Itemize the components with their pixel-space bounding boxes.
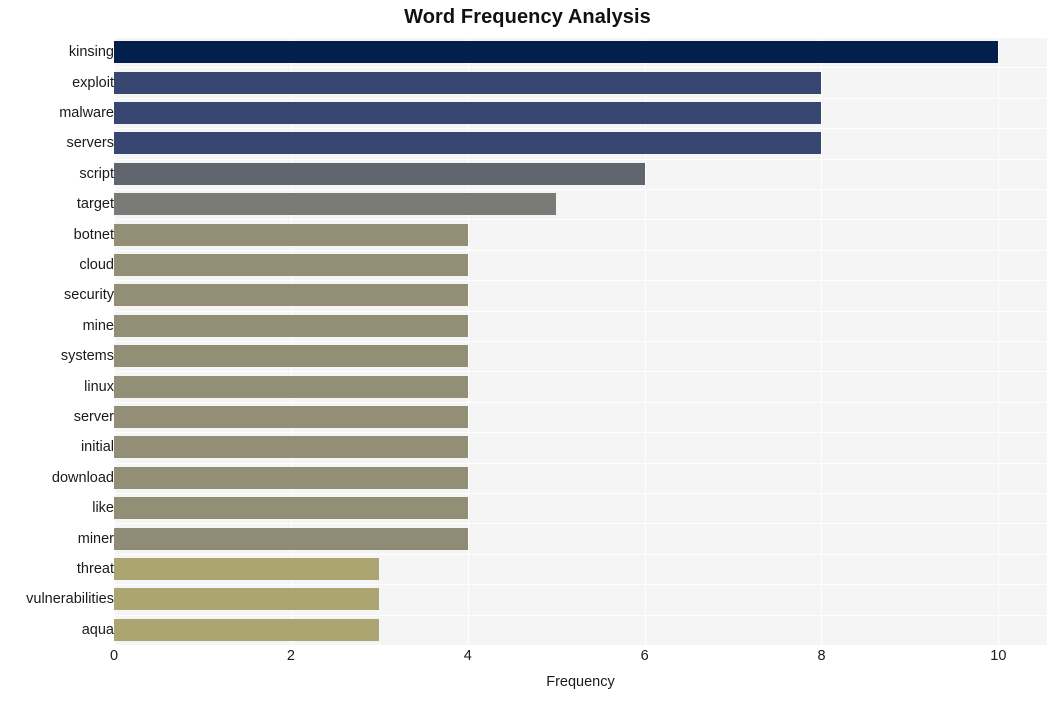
- horizontal-gridline: [114, 584, 1047, 585]
- horizontal-gridline: [114, 98, 1047, 99]
- x-tick-label-10: 10: [990, 648, 1007, 664]
- horizontal-gridline: [114, 554, 1047, 555]
- bar-target[interactable]: [114, 193, 557, 215]
- y-tick-label-script: script: [79, 166, 114, 182]
- bar-linux[interactable]: [114, 376, 468, 398]
- horizontal-gridline: [114, 341, 1047, 342]
- y-tick-label-cloud: cloud: [79, 257, 114, 273]
- y-tick-label-linux: linux: [84, 379, 114, 395]
- y-tick-label-systems: systems: [60, 348, 114, 364]
- x-axis-tick-labels: 0 2 4 6 8 10: [0, 648, 1055, 670]
- y-tick-label-initial: initial: [80, 439, 114, 455]
- bar-like[interactable]: [114, 497, 468, 519]
- y-tick-label-miner: miner: [77, 531, 114, 547]
- word-frequency-bar-chart: Word Frequency Analysis kinsing exploit ma…: [0, 0, 1055, 701]
- horizontal-gridline: [114, 250, 1047, 251]
- horizontal-gridline: [114, 128, 1047, 129]
- bar-aqua[interactable]: [114, 619, 380, 641]
- bar-cloud[interactable]: [114, 254, 468, 276]
- bar-threat[interactable]: [114, 558, 380, 580]
- bar-script[interactable]: [114, 163, 645, 185]
- y-tick-label-exploit: exploit: [72, 75, 114, 91]
- x-tick-label-0: 0: [109, 648, 119, 664]
- y-tick-label-download: download: [51, 470, 114, 486]
- x-tick-label-6: 6: [640, 648, 649, 664]
- horizontal-gridline: [114, 523, 1047, 524]
- y-tick-label-like: like: [92, 500, 114, 516]
- bar-kinsing[interactable]: [114, 41, 999, 63]
- horizontal-gridline: [114, 463, 1047, 464]
- y-tick-label-aqua: aqua: [81, 622, 114, 638]
- x-tick-label-4: 4: [463, 648, 472, 664]
- x-tick-label-8: 8: [817, 648, 826, 664]
- horizontal-gridline: [114, 311, 1047, 312]
- plot-area: [114, 37, 1047, 645]
- bar-malware[interactable]: [114, 102, 822, 124]
- y-tick-label-botnet: botnet: [73, 227, 114, 243]
- y-tick-label-server: server: [73, 409, 114, 425]
- y-tick-label-target: target: [76, 196, 114, 212]
- y-tick-label-threat: threat: [76, 561, 114, 577]
- x-tick-label-2: 2: [286, 648, 295, 664]
- bar-mine[interactable]: [114, 315, 468, 337]
- bar-vulnerabilities[interactable]: [114, 588, 380, 610]
- horizontal-gridline: [114, 189, 1047, 190]
- bar-servers[interactable]: [114, 132, 822, 154]
- horizontal-gridline: [114, 371, 1047, 372]
- horizontal-gridline: [114, 493, 1047, 494]
- y-tick-label-vulnerabilities: vulnerabilities: [26, 591, 114, 607]
- bar-miner[interactable]: [114, 528, 468, 550]
- y-axis-tick-labels: kinsing exploit malware servers script target…: [0, 37, 114, 645]
- horizontal-gridline: [114, 159, 1047, 160]
- bar-download[interactable]: [114, 467, 468, 489]
- y-tick-label-security: security: [64, 287, 114, 303]
- horizontal-gridline: [114, 402, 1047, 403]
- horizontal-gridline: [114, 432, 1047, 433]
- chart-title: Word Frequency Analysis: [404, 6, 651, 28]
- bar-server[interactable]: [114, 406, 468, 428]
- horizontal-gridline: [114, 67, 1047, 68]
- y-tick-label-servers: servers: [66, 135, 114, 151]
- bar-initial[interactable]: [114, 436, 468, 458]
- bar-exploit[interactable]: [114, 72, 822, 94]
- horizontal-gridline: [114, 37, 1047, 38]
- horizontal-gridline: [114, 219, 1047, 220]
- y-tick-label-malware: malware: [59, 105, 114, 121]
- y-tick-label-mine: mine: [82, 318, 114, 334]
- bar-security[interactable]: [114, 284, 468, 306]
- bar-botnet[interactable]: [114, 224, 468, 246]
- horizontal-gridline: [114, 615, 1047, 616]
- horizontal-gridline: [114, 280, 1047, 281]
- y-tick-label-kinsing: kinsing: [68, 44, 114, 60]
- x-axis-title: Frequency: [546, 674, 615, 690]
- bar-systems[interactable]: [114, 345, 468, 367]
